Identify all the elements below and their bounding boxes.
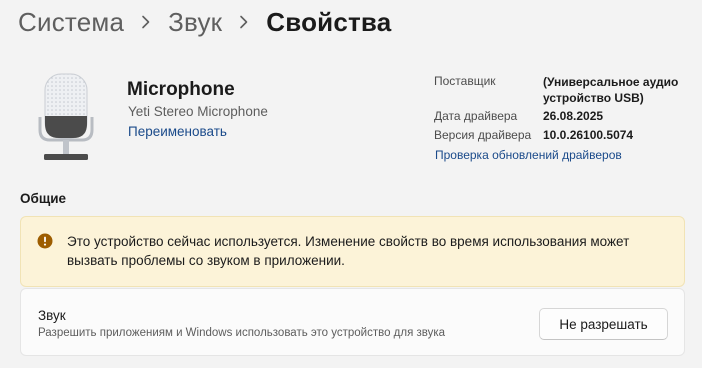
rename-link[interactable]: Переименовать <box>128 124 227 139</box>
section-title-general: Общие <box>20 191 67 206</box>
chevron-right-icon <box>222 15 266 29</box>
breadcrumb-sound[interactable]: Звук <box>168 7 222 38</box>
sound-properties-page: Система Звук Свойства Microphone Yeti St… <box>0 0 702 368</box>
warning-banner: Это устройство сейчас используется. Изме… <box>20 216 685 287</box>
chevron-right-icon <box>124 15 168 29</box>
sound-description: Разрешить приложениям и Windows использо… <box>38 327 446 339</box>
breadcrumb-system[interactable]: Система <box>18 7 124 38</box>
device-subtitle: Yeti Stereo Microphone <box>128 104 268 119</box>
breadcrumb-properties: Свойства <box>266 6 392 37</box>
breadcrumb: Система Звук Свойства <box>18 4 391 40</box>
driver-version-label: Версия драйвера <box>434 128 532 142</box>
provider-value-line2: устройство USB) <box>543 91 644 105</box>
sound-title: Звук <box>38 308 66 323</box>
provider-label: Поставщик <box>434 74 496 88</box>
microphone-icon <box>38 73 94 160</box>
provider-value-line1: (Универсальное аудио <box>543 75 679 89</box>
warning-text: Это устройство сейчас используется. Изме… <box>67 234 630 268</box>
check-driver-updates-link[interactable]: Проверка обновлений драйверов <box>435 148 622 162</box>
provider-value: (Универсальное аудио устройство USB) <box>543 74 678 106</box>
sound-permission-card: Звук Разрешить приложениям и Windows исп… <box>20 288 685 356</box>
driver-date-label: Дата драйвера <box>434 109 518 123</box>
driver-version-value: 10.0.26100.5074 <box>543 128 634 142</box>
driver-date-value: 26.08.2025 <box>543 109 604 123</box>
deny-button[interactable]: Не разрешать <box>539 308 668 340</box>
warning-icon <box>37 233 53 249</box>
device-name: Microphone <box>127 79 235 100</box>
